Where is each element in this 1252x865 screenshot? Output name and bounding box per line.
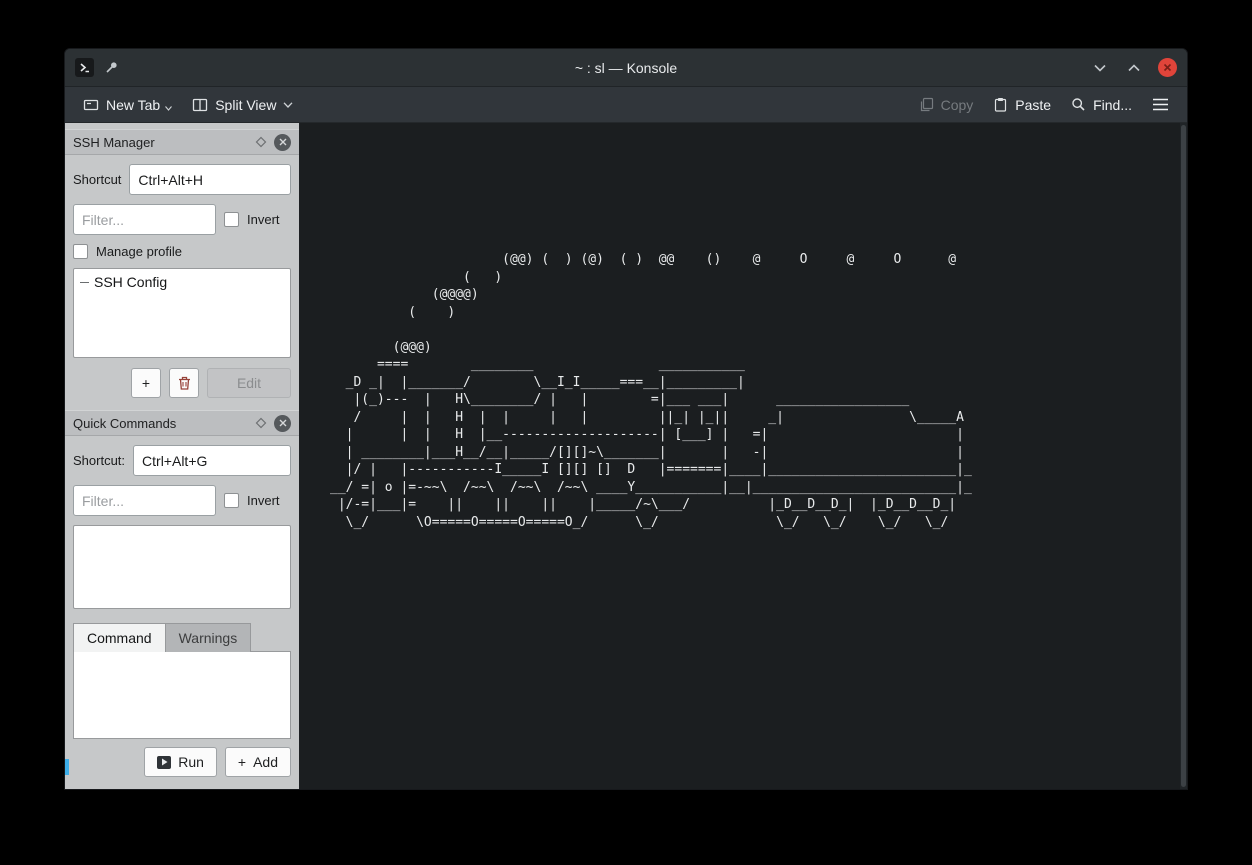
close-button[interactable] bbox=[1158, 58, 1177, 77]
desktop-background: ~ : sl — Konsole New Tab bbox=[0, 0, 1252, 865]
qc-tabs: Command Warnings bbox=[73, 623, 291, 652]
tab-warnings[interactable]: Warnings bbox=[166, 623, 252, 652]
ssh-config-tree[interactable]: SSH Config bbox=[73, 268, 291, 358]
sidebar: SSH Manager Shortcut Invert bbox=[65, 123, 300, 789]
manage-profile-label: Manage profile bbox=[96, 244, 182, 259]
ssh-edit-button[interactable]: Edit bbox=[207, 368, 291, 398]
new-tab-icon bbox=[83, 97, 99, 113]
quick-commands-header[interactable]: Quick Commands bbox=[65, 410, 299, 436]
float-panel-icon[interactable] bbox=[255, 136, 267, 148]
scrollbar-handle[interactable] bbox=[1181, 125, 1186, 787]
ssh-delete-button[interactable] bbox=[169, 368, 199, 398]
ssh-manager-header[interactable]: SSH Manager bbox=[65, 129, 299, 155]
quick-commands-panel: Quick Commands Shortcut: bbox=[65, 410, 299, 789]
run-button[interactable]: Run bbox=[144, 747, 217, 777]
menu-button[interactable] bbox=[1144, 93, 1177, 116]
qc-shortcut-input[interactable] bbox=[133, 445, 291, 476]
pin-icon[interactable] bbox=[104, 60, 119, 75]
ssh-add-button[interactable]: + bbox=[131, 368, 161, 398]
hamburger-icon bbox=[1152, 98, 1169, 111]
quick-commands-title: Quick Commands bbox=[73, 416, 248, 431]
paste-label: Paste bbox=[1015, 97, 1051, 113]
add-label: Add bbox=[253, 754, 278, 770]
titlebar[interactable]: ~ : sl — Konsole bbox=[65, 49, 1187, 87]
run-icon bbox=[157, 756, 171, 769]
search-icon bbox=[1071, 97, 1086, 112]
window-title: ~ : sl — Konsole bbox=[575, 60, 677, 76]
tab-warnings-label: Warnings bbox=[179, 630, 238, 646]
split-view-label: Split View bbox=[215, 97, 276, 113]
find-label: Find... bbox=[1093, 97, 1132, 113]
plus-icon: + bbox=[238, 754, 246, 770]
ssh-shortcut-label: Shortcut bbox=[73, 172, 121, 187]
qc-filter-input[interactable] bbox=[73, 485, 216, 516]
copy-icon bbox=[919, 97, 934, 112]
tree-item-ssh-config[interactable]: SSH Config bbox=[78, 274, 286, 290]
terminal-view[interactable]: (@@) ( ) (@) ( ) @@ () @ O @ O @ ( ) (@@… bbox=[300, 123, 1187, 789]
new-tab-label: New Tab bbox=[106, 97, 160, 113]
manage-profile-checkbox[interactable] bbox=[73, 244, 88, 259]
tree-branch-icon bbox=[80, 282, 89, 283]
paste-icon bbox=[993, 97, 1008, 112]
qc-command-editor[interactable] bbox=[73, 651, 291, 739]
qc-invert-label: Invert bbox=[247, 493, 280, 508]
add-command-button[interactable]: + Add bbox=[225, 747, 291, 777]
float-panel-icon[interactable] bbox=[255, 417, 267, 429]
new-tab-button[interactable]: New Tab bbox=[75, 92, 180, 118]
copy-button[interactable]: Copy bbox=[911, 92, 982, 118]
new-tab-menu-arrow-icon[interactable] bbox=[165, 106, 172, 111]
tree-item-label: SSH Config bbox=[94, 274, 167, 290]
ssh-invert-label: Invert bbox=[247, 212, 280, 227]
paste-button[interactable]: Paste bbox=[985, 92, 1059, 118]
run-label: Run bbox=[178, 754, 204, 770]
split-view-icon bbox=[192, 97, 208, 113]
quick-commands-close-icon[interactable] bbox=[274, 415, 291, 432]
terminal-output[interactable]: (@@) ( ) (@) ( ) @@ () @ O @ O @ ( ) (@@… bbox=[300, 123, 1187, 531]
ssh-filter-input[interactable] bbox=[73, 204, 216, 235]
split-view-button[interactable]: Split View bbox=[184, 92, 301, 118]
edit-label: Edit bbox=[237, 375, 261, 391]
plus-icon: + bbox=[142, 375, 150, 391]
ssh-invert-checkbox[interactable] bbox=[224, 212, 239, 227]
qc-invert-checkbox[interactable] bbox=[224, 493, 239, 508]
focus-indicator bbox=[65, 759, 69, 775]
maximize-button[interactable] bbox=[1124, 58, 1144, 78]
copy-label: Copy bbox=[941, 97, 974, 113]
toolbar: New Tab Split View Copy bbox=[65, 87, 1187, 123]
ssh-shortcut-input[interactable] bbox=[129, 164, 291, 195]
window-content: SSH Manager Shortcut Invert bbox=[65, 123, 1187, 789]
terminal-scrollbar[interactable] bbox=[1180, 123, 1187, 789]
trash-icon bbox=[178, 376, 191, 390]
ssh-manager-close-icon[interactable] bbox=[274, 134, 291, 151]
minimize-button[interactable] bbox=[1090, 58, 1110, 78]
konsole-app-icon[interactable] bbox=[75, 58, 94, 77]
split-view-menu-arrow-icon[interactable] bbox=[283, 102, 293, 108]
tab-command[interactable]: Command bbox=[73, 623, 166, 652]
tab-command-label: Command bbox=[87, 630, 152, 646]
find-button[interactable]: Find... bbox=[1063, 92, 1140, 118]
qc-command-list[interactable] bbox=[73, 525, 291, 609]
ssh-manager-title: SSH Manager bbox=[73, 135, 248, 150]
qc-shortcut-label: Shortcut: bbox=[73, 453, 125, 468]
konsole-window: ~ : sl — Konsole New Tab bbox=[64, 48, 1188, 790]
